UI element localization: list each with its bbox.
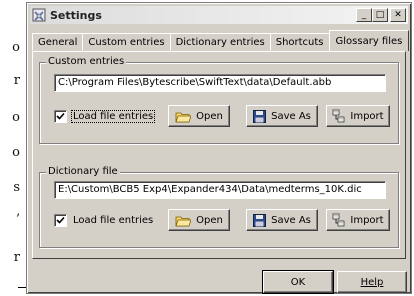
help-button[interactable]: Help <box>337 271 407 293</box>
maximize-icon: □ <box>375 9 385 20</box>
custom-entries-legend: Custom entries <box>46 56 127 67</box>
tab-custom-entries[interactable]: Custom entries <box>82 33 171 51</box>
background-text: o <box>12 110 20 125</box>
custom-load-label: Load file entries <box>70 110 156 123</box>
ok-button[interactable]: OK <box>262 270 334 294</box>
close-button[interactable]: ✕ <box>390 8 406 22</box>
title-bar[interactable]: Settings _ □ ✕ <box>30 6 408 24</box>
dictionary-file-path-field[interactable]: E:\Custom\BCB5 Exp4\Expander434\Data\med… <box>54 181 386 199</box>
background-text: ’ <box>15 212 20 227</box>
folder-icon <box>175 214 192 227</box>
background-text: r <box>13 250 20 265</box>
checkmark-icon <box>56 112 65 120</box>
dictionary-import-button[interactable]: Import <box>326 209 390 231</box>
dictionary-save-as-button[interactable]: Save As <box>246 209 318 231</box>
glossary-files-panel: Custom entries C:\Program Files\Bytescri… <box>32 51 406 259</box>
custom-import-label: Import <box>350 110 384 122</box>
dictionary-load-checkbox[interactable] <box>54 214 67 227</box>
dictionary-file-group: Dictionary file E:\Custom\BCB5 Exp4\Expa… <box>39 166 399 248</box>
background-text: r <box>13 73 20 88</box>
custom-open-button[interactable]: Open <box>168 105 230 127</box>
background-text: o <box>12 145 20 160</box>
tab-glossary-files[interactable]: Glossary files <box>328 30 410 51</box>
minimize-button[interactable]: _ <box>356 8 372 22</box>
custom-import-button[interactable]: Import <box>326 105 390 127</box>
tab-shortcuts[interactable]: Shortcuts <box>269 33 330 51</box>
dictionary-load-row[interactable]: Load file entries <box>54 214 154 227</box>
tab-dictionary-entries[interactable]: Dictionary entries <box>169 33 271 51</box>
minimize-icon: _ <box>361 9 367 20</box>
custom-entries-path-field[interactable]: C:\Program Files\Bytescribe\SwiftText\da… <box>54 74 386 92</box>
floppy-disk-icon <box>253 109 267 123</box>
window-title: Settings <box>50 8 102 22</box>
tab-strip: General Custom entries Dictionary entrie… <box>32 30 410 51</box>
background-document: o r o o s ’ r <box>0 0 30 296</box>
background-text: s <box>13 180 20 195</box>
custom-entries-group: Custom entries C:\Program Files\Bytescri… <box>39 56 399 144</box>
custom-load-row[interactable]: Load file entries <box>54 110 156 123</box>
dictionary-file-legend: Dictionary file <box>46 166 120 177</box>
custom-save-as-label: Save As <box>271 110 311 122</box>
background-text: o <box>12 40 20 55</box>
dictionary-open-label: Open <box>196 214 223 226</box>
dictionary-load-label: Load file entries <box>73 215 154 226</box>
settings-app-icon <box>32 8 46 22</box>
tab-general[interactable]: General <box>32 33 84 51</box>
dictionary-save-as-label: Save As <box>271 214 311 226</box>
dictionary-import-label: Import <box>350 214 384 226</box>
help-label: Help <box>360 276 384 288</box>
import-icon <box>332 109 345 123</box>
folder-icon <box>175 110 192 123</box>
dictionary-open-button[interactable]: Open <box>168 209 230 231</box>
checkmark-icon <box>56 216 65 224</box>
close-icon: ✕ <box>394 9 402 20</box>
custom-open-label: Open <box>196 110 223 122</box>
custom-load-checkbox[interactable] <box>54 110 67 123</box>
custom-save-as-button[interactable]: Save As <box>246 105 318 127</box>
import-icon <box>332 213 345 227</box>
settings-window: Settings _ □ ✕ General Custom entries Di… <box>26 2 412 294</box>
maximize-button[interactable]: □ <box>372 8 388 22</box>
floppy-disk-icon <box>253 213 267 227</box>
